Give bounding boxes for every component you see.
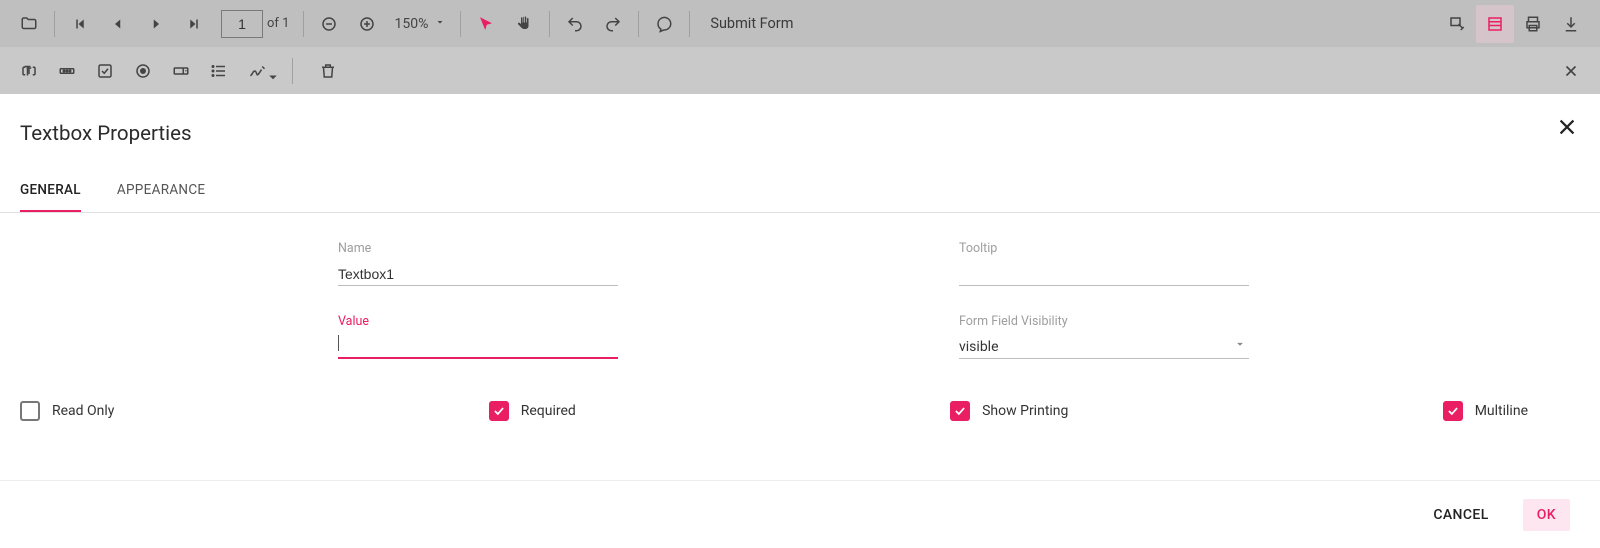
next-page-button[interactable] bbox=[137, 5, 175, 43]
dialog-footer: CANCEL OK bbox=[0, 480, 1600, 548]
select-tool-button[interactable] bbox=[467, 5, 505, 43]
last-page-button[interactable] bbox=[175, 5, 213, 43]
field-tooltip-label: Tooltip bbox=[959, 241, 1250, 256]
dialog-tabs: GENERAL APPEARANCE bbox=[0, 172, 1600, 213]
tab-appearance[interactable]: APPEARANCE bbox=[117, 172, 206, 212]
close-dialog-button[interactable] bbox=[1556, 116, 1578, 142]
field-visibility: Form Field Visibility visible bbox=[959, 314, 1250, 359]
delete-field-button[interactable] bbox=[309, 52, 347, 90]
tooltip-input[interactable] bbox=[959, 262, 1249, 286]
visibility-selected-value: visible bbox=[959, 335, 1249, 359]
form-designer-button[interactable] bbox=[1476, 5, 1514, 43]
checkbox-required[interactable]: Required bbox=[489, 401, 576, 421]
tab-general[interactable]: GENERAL bbox=[20, 172, 81, 212]
signature-field-button[interactable] bbox=[238, 52, 276, 90]
submit-form-button[interactable]: Submit Form bbox=[696, 15, 807, 32]
close-form-toolbar-button[interactable] bbox=[1552, 52, 1590, 90]
ok-button[interactable]: OK bbox=[1523, 499, 1570, 531]
chevron-down-icon bbox=[434, 16, 446, 32]
password-field-button[interactable] bbox=[48, 52, 86, 90]
toolbar-separator bbox=[689, 11, 690, 37]
checkbox-label: Read Only bbox=[52, 403, 114, 419]
prev-page-button[interactable] bbox=[99, 5, 137, 43]
zoom-in-button[interactable] bbox=[348, 5, 386, 43]
toolbar-separator bbox=[292, 58, 293, 84]
checkbox-icon bbox=[20, 401, 40, 421]
edit-annotation-button[interactable] bbox=[1438, 5, 1476, 43]
page-number-input[interactable] bbox=[221, 10, 263, 38]
checkbox-label: Multiline bbox=[1475, 403, 1528, 419]
checkbox-label: Required bbox=[521, 403, 576, 419]
field-tooltip: Tooltip bbox=[959, 241, 1250, 286]
textbox-properties-dialog: Textbox Properties GENERAL APPEARANCE Na… bbox=[0, 94, 1600, 480]
zoom-value: 150% bbox=[394, 16, 428, 32]
cancel-button[interactable]: CANCEL bbox=[1419, 499, 1502, 531]
dropdown-field-button[interactable] bbox=[162, 52, 200, 90]
field-visibility-label: Form Field Visibility bbox=[959, 314, 1250, 329]
open-file-button[interactable] bbox=[10, 5, 48, 43]
toolbar-separator bbox=[549, 11, 550, 37]
toolbar-separator bbox=[303, 11, 304, 37]
toolbar-separator bbox=[54, 11, 55, 37]
field-name-label: Name bbox=[338, 241, 629, 256]
print-button[interactable] bbox=[1514, 5, 1552, 43]
pdf-toolbar: of 1 150% Submit Form bbox=[0, 0, 1600, 47]
download-button[interactable] bbox=[1552, 5, 1590, 43]
zoom-out-button[interactable] bbox=[310, 5, 348, 43]
checkbox-icon bbox=[950, 401, 970, 421]
textbox-field-button[interactable] bbox=[10, 52, 48, 90]
chevron-down-icon bbox=[264, 68, 282, 86]
value-input[interactable] bbox=[338, 335, 618, 359]
checkbox-label: Show Printing bbox=[982, 403, 1068, 419]
listbox-field-button[interactable] bbox=[200, 52, 238, 90]
toolbar-separator bbox=[460, 11, 461, 37]
radio-field-button[interactable] bbox=[124, 52, 162, 90]
checkbox-icon bbox=[489, 401, 509, 421]
comment-button[interactable] bbox=[645, 5, 683, 43]
field-name: Name bbox=[338, 241, 629, 286]
checkbox-row: Read Only Required Show Printing Multili… bbox=[20, 387, 1580, 421]
pan-tool-button[interactable] bbox=[505, 5, 543, 43]
checkbox-field-button[interactable] bbox=[86, 52, 124, 90]
field-value: Value bbox=[338, 314, 629, 359]
checkbox-multiline[interactable]: Multiline bbox=[1443, 401, 1528, 421]
checkbox-icon bbox=[1443, 401, 1463, 421]
zoom-dropdown[interactable]: 150% bbox=[386, 16, 454, 32]
name-input[interactable] bbox=[338, 262, 618, 286]
dialog-title: Textbox Properties bbox=[20, 122, 1580, 146]
checkbox-read-only[interactable]: Read Only bbox=[20, 401, 114, 421]
undo-button[interactable] bbox=[556, 5, 594, 43]
first-page-button[interactable] bbox=[61, 5, 99, 43]
field-value-label: Value bbox=[338, 314, 629, 329]
redo-button[interactable] bbox=[594, 5, 632, 43]
page-total-label: of 1 bbox=[267, 16, 289, 31]
toolbar-separator bbox=[638, 11, 639, 37]
visibility-select[interactable]: visible bbox=[959, 335, 1249, 359]
form-fields-toolbar bbox=[0, 47, 1600, 94]
chevron-down-icon bbox=[1233, 337, 1247, 355]
checkbox-show-printing[interactable]: Show Printing bbox=[950, 401, 1068, 421]
text-caret bbox=[338, 335, 339, 351]
